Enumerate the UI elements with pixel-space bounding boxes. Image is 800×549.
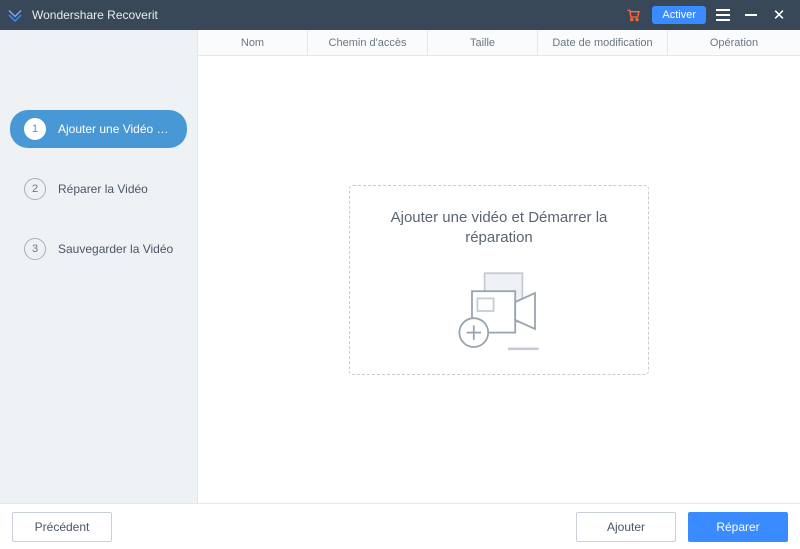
video-add-icon xyxy=(444,266,554,361)
sidebar: 1 Ajouter une Vidéo Corrompue 2 Réparer … xyxy=(0,30,198,503)
previous-button[interactable]: Précédent xyxy=(12,512,112,542)
dropzone-message: Ajouter une vidéo et Démarrer la réparat… xyxy=(370,208,628,249)
content-area: Nom Chemin d'accès Taille Date de modifi… xyxy=(198,30,800,503)
main-area: 1 Ajouter une Vidéo Corrompue 2 Réparer … xyxy=(0,30,800,503)
step-label: Réparer la Vidéo xyxy=(58,182,148,196)
repair-button[interactable]: Réparer xyxy=(688,512,788,542)
footer: Précédent Ajouter Réparer xyxy=(0,503,800,549)
cart-icon[interactable] xyxy=(622,4,644,26)
titlebar: Wondershare Recoverit Activer ✕ xyxy=(0,0,800,30)
column-header-operation[interactable]: Opération xyxy=(668,30,800,55)
table-header: Nom Chemin d'accès Taille Date de modifi… xyxy=(198,30,800,56)
add-button[interactable]: Ajouter xyxy=(576,512,676,542)
step-label: Sauvegarder la Vidéo xyxy=(58,242,173,256)
sidebar-step-add-video[interactable]: 1 Ajouter une Vidéo Corrompue xyxy=(10,110,187,148)
sidebar-step-save-video[interactable]: 3 Sauvegarder la Vidéo xyxy=(10,230,187,268)
step-number: 3 xyxy=(24,238,46,260)
app-title: Wondershare Recoverit xyxy=(32,8,158,22)
column-header-name[interactable]: Nom xyxy=(198,30,308,55)
app-logo-icon xyxy=(6,6,24,24)
menu-icon[interactable] xyxy=(712,4,734,26)
step-number: 2 xyxy=(24,178,46,200)
dropzone-area: Ajouter une vidéo et Démarrer la réparat… xyxy=(198,56,800,503)
minimize-icon[interactable] xyxy=(740,4,762,26)
close-icon[interactable]: ✕ xyxy=(768,4,790,26)
column-header-path[interactable]: Chemin d'accès xyxy=(308,30,428,55)
column-header-date[interactable]: Date de modification xyxy=(538,30,668,55)
activate-button[interactable]: Activer xyxy=(652,6,706,24)
add-video-dropzone[interactable]: Ajouter une vidéo et Démarrer la réparat… xyxy=(349,185,649,375)
step-label: Ajouter une Vidéo Corrompue xyxy=(58,122,177,136)
column-header-size[interactable]: Taille xyxy=(428,30,538,55)
sidebar-step-repair-video[interactable]: 2 Réparer la Vidéo xyxy=(10,170,187,208)
step-number: 1 xyxy=(24,118,46,140)
